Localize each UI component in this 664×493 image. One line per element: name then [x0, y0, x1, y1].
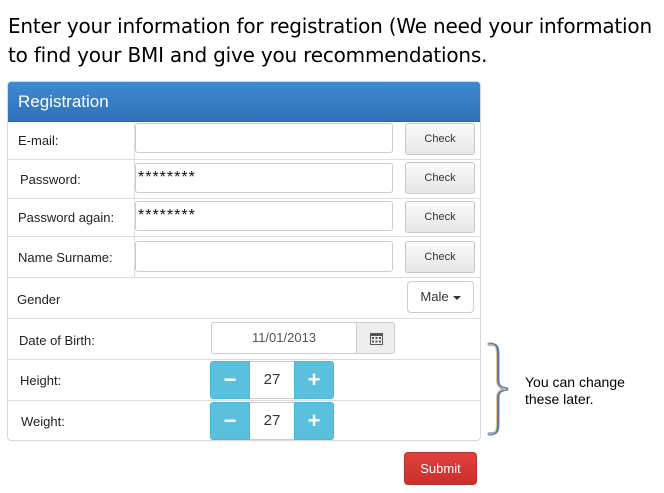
height-value[interactable]: 27: [250, 361, 294, 399]
weight-decrease-button[interactable]: −: [210, 402, 250, 440]
caret-down-icon: [452, 295, 461, 300]
height-row: Height: − 27 +: [8, 360, 480, 401]
weight-label: Weight:: [21, 414, 65, 429]
calendar-icon: [370, 333, 383, 345]
change-later-note: You can change these later.: [525, 374, 625, 407]
weight-increase-button[interactable]: +: [294, 402, 334, 440]
password-again-row: Password again: ******** Check: [8, 199, 480, 237]
height-stepper: − 27 +: [210, 361, 334, 399]
weight-value[interactable]: 27: [250, 402, 294, 440]
calendar-button[interactable]: [356, 322, 395, 354]
submit-button[interactable]: Submit: [404, 452, 477, 485]
email-input[interactable]: [135, 123, 393, 153]
weight-row: Weight: − 27 +: [8, 401, 480, 440]
intro-text: Enter your information for registration …: [8, 14, 652, 67]
name-surname-input[interactable]: [135, 241, 393, 272]
password-row: Password: ******** Check: [8, 160, 480, 199]
date-of-birth-row: Date of Birth: 11/01/2013: [8, 319, 480, 360]
gender-label: Gender: [17, 292, 61, 307]
password-again-input[interactable]: ********: [135, 201, 393, 231]
curly-brace-icon: [487, 342, 509, 436]
gender-dropdown[interactable]: Male: [407, 281, 474, 313]
password-again-label: Password again:: [18, 210, 115, 225]
name-surname-row: Name Surname: Check: [8, 237, 480, 278]
weight-stepper: − 27 +: [210, 402, 334, 440]
email-label: E-mail:: [18, 133, 59, 148]
email-row: E-mail: Check: [8, 122, 480, 160]
gender-selected: Male: [420, 289, 449, 304]
password-label: Password:: [20, 172, 81, 187]
name-surname-check-button[interactable]: Check: [405, 241, 475, 273]
height-decrease-button[interactable]: −: [210, 361, 250, 399]
gender-row: Gender Male: [8, 278, 480, 319]
password-check-button[interactable]: Check: [405, 162, 475, 194]
password-again-check-button[interactable]: Check: [405, 201, 475, 233]
name-surname-label: Name Surname:: [18, 250, 113, 265]
date-of-birth-input[interactable]: 11/01/2013: [211, 322, 356, 354]
height-increase-button[interactable]: +: [294, 361, 334, 399]
panel-title: Registration: [8, 82, 480, 122]
registration-panel: Registration E-mail: Check Password: ***…: [7, 81, 481, 441]
email-check-button[interactable]: Check: [405, 123, 475, 155]
date-of-birth-label: Date of Birth:: [19, 333, 95, 348]
height-label: Height:: [20, 373, 62, 388]
password-input[interactable]: ********: [135, 163, 393, 193]
